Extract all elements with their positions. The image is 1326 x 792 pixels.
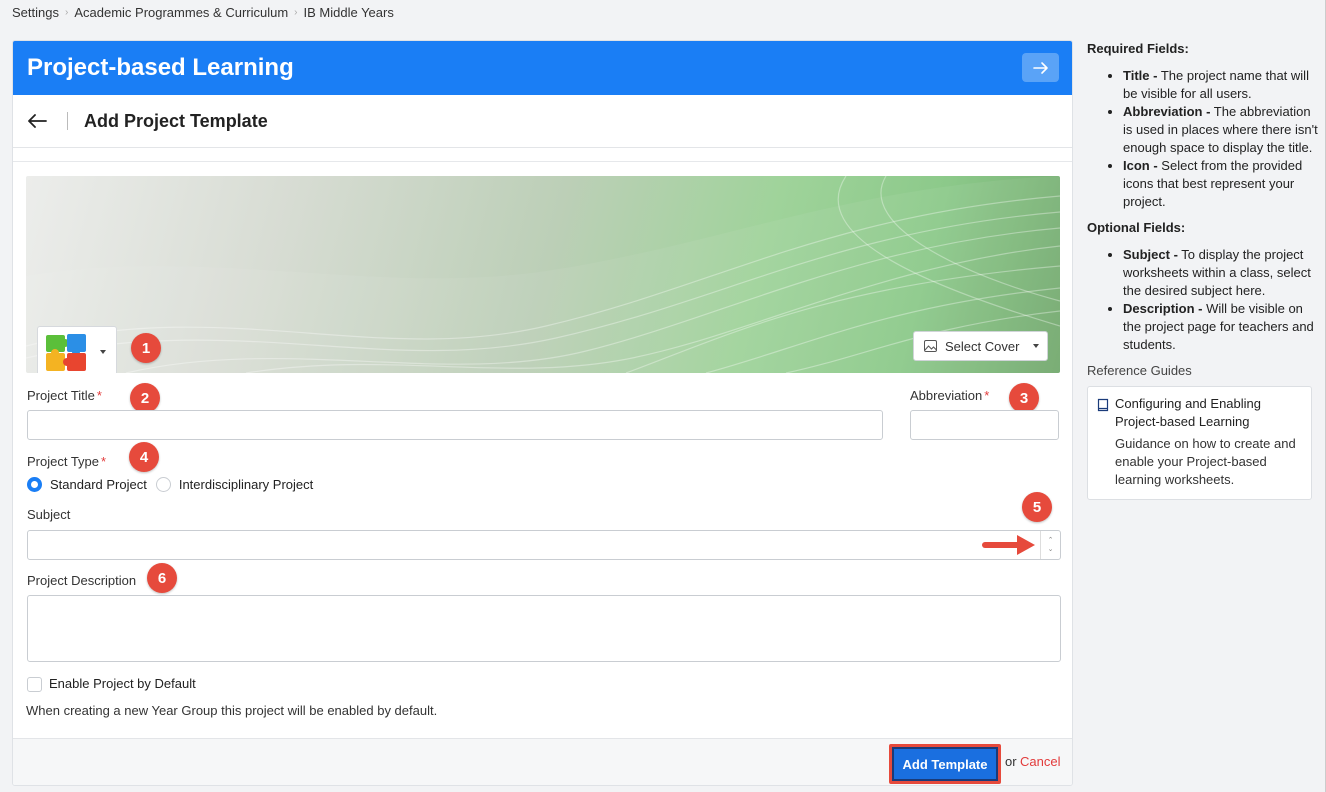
step-badge-1: 1 [131, 333, 161, 363]
form-title: Add Project Template [84, 110, 268, 131]
project-icon-picker[interactable] [37, 326, 117, 373]
cancel-link[interactable]: Cancel [1020, 754, 1060, 769]
required-marker: * [96, 388, 102, 403]
subject-stepper[interactable]: ⌃ ⌄ [1040, 531, 1060, 559]
or-text: or [1005, 754, 1017, 769]
chevron-up-icon: ⌃ [1047, 537, 1054, 544]
project-type-radio-group: Standard Project Interdisciplinary Proje… [27, 477, 322, 492]
required-fields-title: Required Fields: [1087, 41, 1189, 56]
breadcrumb-settings[interactable]: Settings [12, 5, 59, 20]
project-template-card: Project-based Learning Add Project Templ… [12, 40, 1073, 786]
chevron-down-icon [1033, 344, 1040, 348]
divider [67, 112, 68, 130]
image-icon [924, 340, 937, 352]
list-item: Subject - To display the project workshe… [1123, 246, 1319, 300]
annotation-arrow-icon [982, 535, 1035, 555]
select-cover-button[interactable]: Select Cover [913, 331, 1048, 361]
reference-guide-desc: Guidance on how to create and enable you… [1115, 436, 1296, 487]
radio-interdisciplinary-project-label[interactable]: Interdisciplinary Project [179, 477, 313, 492]
add-template-button[interactable]: Add Template [892, 747, 998, 781]
term: Description - [1123, 301, 1203, 316]
subject-select[interactable]: ⌃ ⌄ [27, 530, 1061, 560]
breadcrumb-ib-middle-years[interactable]: IB Middle Years [304, 5, 394, 20]
reference-guide-title[interactable]: Configuring and Enabling Project-based L… [1115, 395, 1301, 431]
abbreviation-label-text: Abbreviation [910, 388, 983, 403]
subheader: Add Project Template [13, 95, 1072, 148]
expand-button[interactable] [1022, 53, 1059, 82]
chevron-down-icon [100, 350, 106, 354]
term: Title - [1123, 68, 1158, 83]
enable-by-default-hint: When creating a new Year Group this proj… [26, 703, 438, 718]
enable-by-default-checkbox[interactable] [27, 677, 42, 692]
list-item: Abbreviation - The abbreviation is used … [1123, 103, 1319, 157]
project-type-label-text: Project Type [27, 454, 100, 469]
help-panel: Required Fields: Title - The project nam… [1087, 40, 1319, 500]
breadcrumb: Settings › Academic Programmes & Curricu… [12, 5, 394, 20]
project-description-textarea[interactable] [27, 595, 1061, 662]
abbreviation-label: Abbreviation * [910, 388, 989, 403]
back-button[interactable] [25, 109, 49, 133]
subject-label: Subject [27, 507, 71, 522]
project-title-label-text: Project Title [27, 388, 95, 403]
radio-interdisciplinary-project[interactable] [155, 477, 171, 492]
cover-image: Select Cover [26, 176, 1060, 373]
term: Subject - [1123, 247, 1178, 262]
step-badge-4: 4 [129, 442, 159, 472]
select-cover-label: Select Cover [945, 338, 1020, 354]
project-title-input[interactable] [27, 410, 883, 440]
abbreviation-input[interactable] [910, 410, 1059, 440]
optional-fields-list: Subject - To display the project workshe… [1087, 246, 1319, 354]
arrow-left-icon [28, 114, 47, 128]
list-item: Title - The project name that will be vi… [1123, 67, 1319, 103]
project-description-label: Project Description [27, 573, 137, 588]
radio-standard-project[interactable] [27, 477, 42, 492]
step-badge-3: 3 [1009, 383, 1039, 413]
breadcrumb-separator-icon: › [294, 7, 298, 18]
breadcrumb-academic-programmes[interactable]: Academic Programmes & Curriculum [74, 5, 288, 20]
puzzle-icon [46, 334, 86, 371]
chevron-down-icon: ⌄ [1047, 546, 1054, 553]
divider [13, 161, 1072, 162]
book-icon [1097, 398, 1109, 412]
required-fields-list: Title - The project name that will be vi… [1087, 67, 1319, 211]
breadcrumb-separator-icon: › [64, 7, 69, 18]
list-item: Icon - Select from the provided icons th… [1123, 157, 1319, 211]
enable-by-default-label[interactable]: Enable Project by Default [49, 676, 196, 691]
reference-guides-title: Reference Guides [1087, 363, 1192, 378]
page-title: Project-based Learning [27, 54, 294, 81]
card-header: Project-based Learning [13, 41, 1072, 95]
arrow-right-icon [1032, 61, 1048, 74]
optional-fields-title: Optional Fields: [1087, 220, 1186, 235]
radio-standard-project-label[interactable]: Standard Project [50, 477, 147, 492]
step-badge-6: 6 [147, 563, 177, 593]
cover-waves [26, 176, 1060, 373]
term: Icon - [1123, 158, 1158, 173]
required-marker: * [984, 388, 990, 403]
form-footer: Add Template or Cancel [13, 738, 1072, 785]
list-item: Description - Will be visible on the pro… [1123, 300, 1319, 354]
project-title-label: Project Title * [27, 388, 102, 403]
project-type-label: Project Type * [27, 454, 106, 469]
required-marker: * [101, 454, 107, 469]
step-badge-2: 2 [130, 383, 160, 413]
add-template-highlight: Add Template [889, 744, 1001, 784]
reference-guide-card[interactable]: Configuring and Enabling Project-based L… [1087, 386, 1312, 500]
step-badge-5: 5 [1022, 492, 1052, 522]
term: Abbreviation - [1123, 104, 1211, 119]
